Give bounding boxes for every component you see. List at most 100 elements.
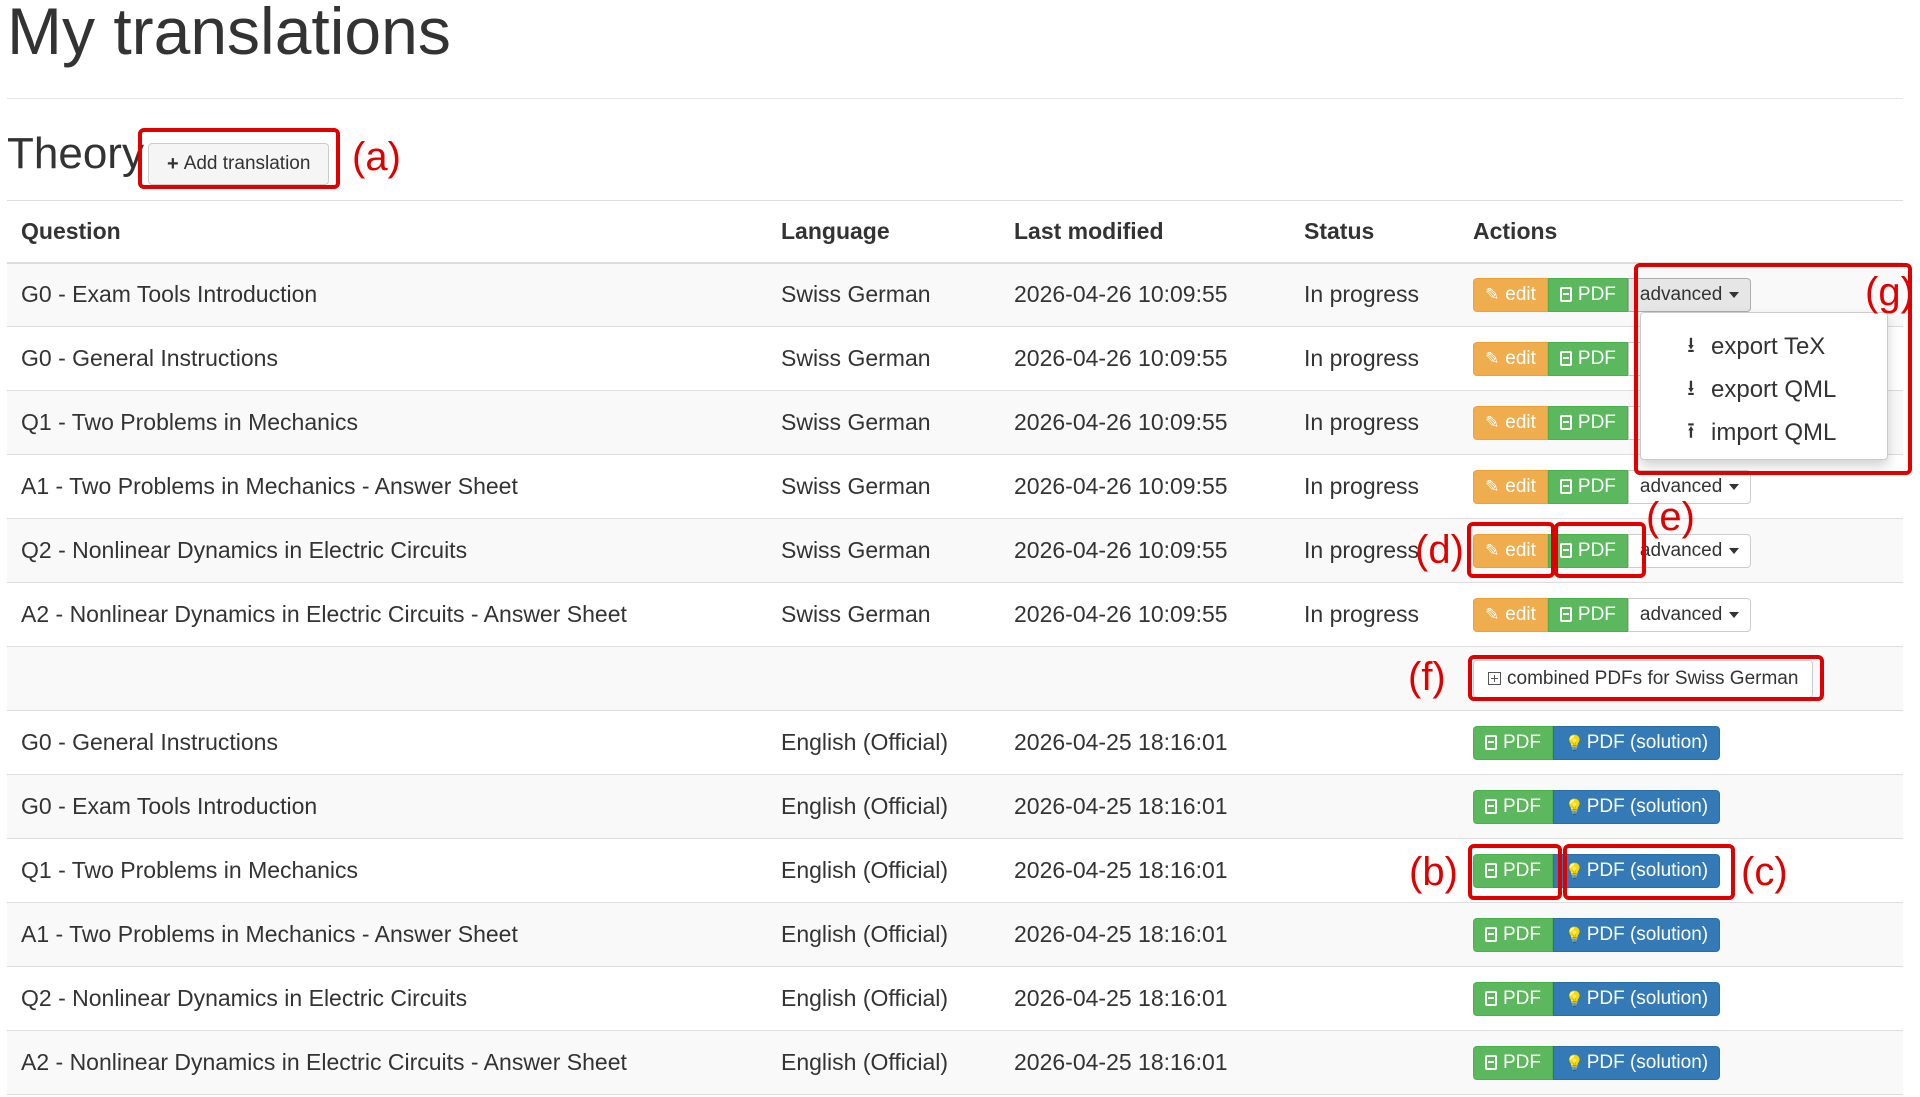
page-title: My translations — [7, 0, 451, 68]
advanced-dropdown-menu: ⭳ export TeX ⭳ export QML ⭱ import QML — [1640, 312, 1888, 460]
pdf-button[interactable]: PDF — [1547, 405, 1628, 440]
pencil-icon: ✎ — [1485, 284, 1500, 304]
pdf-button[interactable]: PDF — [1547, 469, 1628, 504]
column-header-language: Language — [767, 200, 1000, 264]
language-cell: Swiss German — [767, 326, 1000, 391]
language-cell: English (Official) — [767, 902, 1000, 967]
edit-button[interactable]: ✎ edit — [1473, 533, 1548, 568]
pdf-button[interactable]: PDF — [1547, 341, 1628, 376]
column-header-last-modified: Last modified — [1000, 200, 1290, 264]
pencil-icon: ✎ — [1485, 604, 1500, 624]
pdf-button[interactable]: PDF — [1473, 725, 1553, 760]
table-row: G0 - General Instructions Swiss German 202… — [7, 326, 1903, 391]
table-row: G0 - General Instructions English (Offici… — [7, 710, 1903, 775]
pdf-solution-button[interactable]: 💡 PDF (solution) — [1553, 981, 1721, 1016]
pdf-button[interactable]: PDF — [1473, 917, 1553, 952]
action-button-group: PDF 💡 PDF (solution) — [1473, 981, 1721, 1016]
file-pdf-icon — [1485, 799, 1497, 814]
combined-pdfs-row: combined PDFs for Swiss German — [7, 646, 1903, 711]
edit-button-label: edit — [1505, 603, 1536, 625]
pdf-button[interactable]: PDF — [1473, 981, 1553, 1016]
language-cell: Swiss German — [767, 518, 1000, 583]
column-header-status: Status — [1290, 200, 1459, 264]
edit-button[interactable]: ✎ edit — [1473, 597, 1548, 632]
action-button-group: ✎edit PDF advanced — [1473, 533, 1752, 568]
last-modified-cell: 2026-04-26 10:09:55 — [1000, 262, 1290, 327]
annotation-label-a: (a) — [352, 135, 401, 179]
last-modified-cell: 2026-04-25 18:16:01 — [1000, 966, 1290, 1031]
combined-pdfs-button[interactable]: combined PDFs for Swiss German — [1473, 659, 1814, 698]
language-cell: English (Official) — [767, 1030, 1000, 1095]
pdf-button[interactable]: PDF — [1547, 277, 1628, 312]
question-cell: Q1 - Two Problems in Mechanics — [7, 390, 767, 455]
actions-cell: PDF 💡 PDF (solution) — [1459, 838, 1903, 903]
pdf-button[interactable]: PDF — [1473, 1045, 1553, 1080]
pencil-icon: ✎ — [1485, 348, 1500, 368]
pdf-solution-button[interactable]: 💡 PDF (solution) — [1553, 917, 1721, 952]
annotation-label-d: (d) — [1415, 528, 1464, 572]
action-button-group: ✎edit PDF advanced — [1473, 597, 1752, 632]
actions-cell: combined PDFs for Swiss German — [1459, 646, 1903, 711]
edit-button[interactable]: ✎ edit — [1473, 341, 1548, 376]
actions-cell: PDF 💡 PDF (solution) — [1459, 966, 1903, 1031]
combined-pdfs-label: combined PDFs for Swiss German — [1507, 667, 1799, 689]
annotation-label-e: (e) — [1646, 495, 1695, 539]
empty-cell — [1000, 646, 1290, 711]
pdf-solution-button[interactable]: 💡 PDF (solution) — [1553, 1045, 1721, 1080]
pdf-solution-button[interactable]: 💡 PDF (solution) — [1553, 853, 1721, 888]
export-tex-label: export TeX — [1711, 332, 1826, 360]
table-row: Q2 - Nonlinear Dynamics in Electric Circ… — [7, 518, 1903, 583]
import-qml-menu-item[interactable]: ⭱ import QML — [1641, 411, 1887, 454]
advanced-dropdown-button[interactable]: advanced — [1627, 597, 1752, 632]
table-row: A2 - Nonlinear Dynamics in Electric Circ… — [7, 1030, 1903, 1095]
lightbulb-icon: 💡 — [1565, 798, 1584, 816]
pdf-solution-button-label: PDF (solution) — [1586, 859, 1709, 881]
last-modified-cell: 2026-04-25 18:16:01 — [1000, 710, 1290, 775]
edit-button-label: edit — [1505, 411, 1536, 433]
pdf-button-label: PDF — [1577, 603, 1616, 625]
export-qml-label: export QML — [1711, 375, 1837, 403]
table-row: G0 - Exam Tools Introduction English (Off… — [7, 774, 1903, 839]
last-modified-cell: 2026-04-26 10:09:55 — [1000, 454, 1290, 519]
pdf-button[interactable]: PDF — [1547, 533, 1628, 568]
pdf-solution-button-label: PDF (solution) — [1586, 923, 1709, 945]
column-header-actions: Actions — [1459, 200, 1903, 264]
actions-cell: ✎edit PDF advanced — [1459, 582, 1903, 647]
pdf-button[interactable]: PDF — [1473, 789, 1553, 824]
export-qml-menu-item[interactable]: ⭳ export QML — [1641, 368, 1887, 411]
edit-button[interactable]: ✎ edit — [1473, 405, 1548, 440]
last-modified-cell: 2026-04-26 10:09:55 — [1000, 390, 1290, 455]
status-cell: In progress — [1290, 390, 1459, 455]
add-translation-button[interactable]: + Add translation — [148, 143, 330, 185]
pdf-button-label: PDF — [1503, 859, 1541, 881]
annotation-label-c: (c) — [1741, 850, 1788, 894]
pdf-button-label: PDF — [1577, 539, 1616, 561]
question-cell: G0 - Exam Tools Introduction — [7, 262, 767, 327]
download-icon: ⭳ — [1687, 374, 1695, 400]
edit-button[interactable]: ✎ edit — [1473, 469, 1548, 504]
action-button-group: PDF 💡 PDF (solution) — [1473, 725, 1721, 760]
advanced-dropdown-button[interactable]: advanced — [1627, 277, 1752, 312]
export-tex-menu-item[interactable]: ⭳ export TeX — [1641, 325, 1887, 368]
question-cell: Q2 - Nonlinear Dynamics in Electric Circ… — [7, 966, 767, 1031]
status-cell — [1290, 710, 1459, 775]
table-row: A1 - Two Problems in Mechanics - Answer … — [7, 454, 1903, 519]
last-modified-cell: 2026-04-25 18:16:01 — [1000, 1030, 1290, 1095]
last-modified-cell: 2026-04-25 18:16:01 — [1000, 902, 1290, 967]
table-row: Q1 - Two Problems in Mechanics Swiss Germ… — [7, 390, 1903, 455]
pdf-button-label: PDF — [1577, 411, 1616, 433]
empty-cell — [767, 646, 1000, 711]
action-button-group: PDF 💡 PDF (solution) — [1473, 917, 1721, 952]
edit-button[interactable]: ✎ edit — [1473, 277, 1548, 312]
file-pdf-icon — [1485, 863, 1497, 878]
pdf-button[interactable]: PDF — [1547, 597, 1628, 632]
last-modified-cell: 2026-04-25 18:16:01 — [1000, 838, 1290, 903]
actions-cell: PDF 💡 PDF (solution) — [1459, 902, 1903, 967]
edit-button-label: edit — [1505, 283, 1536, 305]
question-cell: G0 - General Instructions — [7, 326, 767, 391]
pdf-button[interactable]: PDF — [1473, 853, 1553, 888]
pdf-solution-button[interactable]: 💡 PDF (solution) — [1553, 789, 1721, 824]
download-icon: ⭳ — [1687, 331, 1695, 357]
lightbulb-icon: 💡 — [1565, 862, 1584, 880]
pdf-solution-button[interactable]: 💡 PDF (solution) — [1553, 725, 1721, 760]
